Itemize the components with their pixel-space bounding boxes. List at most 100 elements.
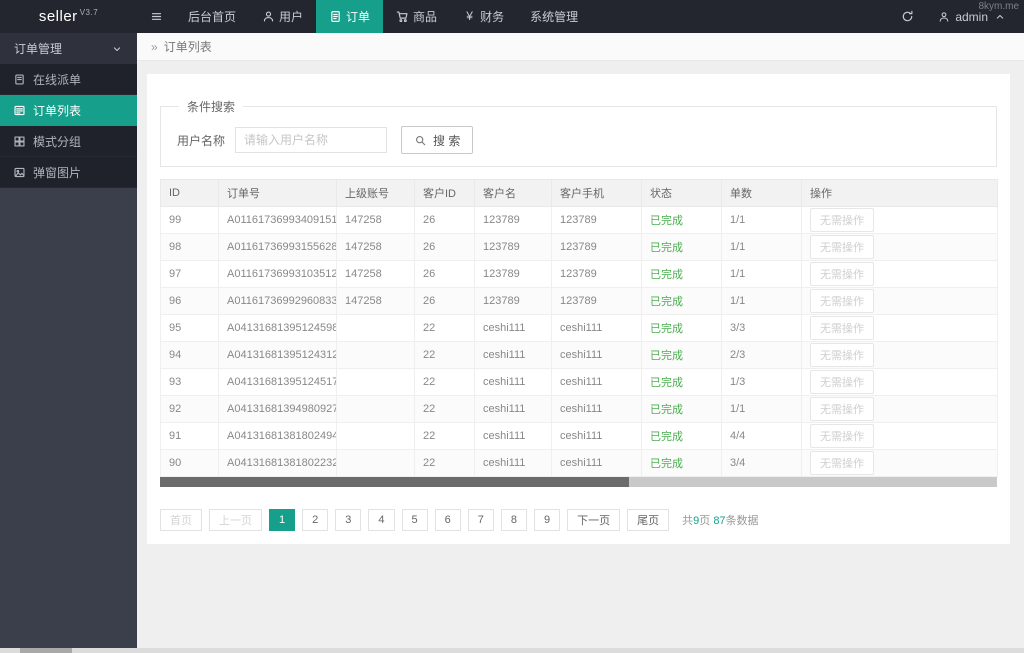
nav-item-goods[interactable]: 商品 [383,0,450,33]
cell-customer_phone: 123789 [551,233,642,261]
cell-customer_phone: ceshi111 [551,368,642,396]
cell-id: 94 [160,341,219,369]
refresh-button[interactable] [887,0,927,33]
page-horizontal-scrollbar[interactable] [0,648,1024,653]
no-action-button[interactable]: 无需操作 [810,451,874,475]
cell-id: 96 [160,287,219,315]
cell-status: 已完成 [641,287,722,315]
cell-status: 已完成 [641,206,722,234]
cell-id: 91 [160,422,219,450]
cell-action: 无需操作 [801,341,998,369]
nav-item-label: 订单 [346,10,371,24]
nav-items: 后台首页 用户 订单 商品 ¥ 财务 系统管理 [175,0,591,33]
cell-id: 99 [160,206,219,234]
no-action-button[interactable]: 无需操作 [810,235,874,259]
chevron-down-icon [110,42,123,55]
cell-customer_id: 22 [414,422,475,450]
page-button-next[interactable]: 下一页 [567,509,621,531]
page-scrollbar-thumb[interactable] [20,648,72,653]
sidebar-item-online-dispatch[interactable]: 在线派单 [0,64,137,95]
cell-action: 无需操作 [801,368,998,396]
no-action-button[interactable]: 无需操作 [810,289,874,313]
cell-action: 无需操作 [801,233,998,261]
page-button-page-4[interactable]: 4 [368,509,395,531]
page-button-page-7[interactable]: 7 [467,509,494,531]
no-action-button[interactable]: 无需操作 [810,208,874,232]
summary-text: 条数据 [725,515,759,527]
cell-customer_id: 26 [414,233,475,261]
cell-order_no: A01161736992960833 [218,287,337,315]
user-icon [937,10,950,23]
cell-order_no: A04131681381802232 [218,449,337,477]
no-action-button[interactable]: 无需操作 [810,397,874,421]
sidebar-filler [0,188,137,648]
orders-tbody: 99 A01161736993409151 147258 26 123789 123789… [160,206,998,477]
column-header-customer_id: 客户ID [414,179,475,207]
no-action-button[interactable]: 无需操作 [810,262,874,286]
main-content: » 订单列表 条件搜索 用户名称 搜 索 ID订单号上级账号客户ID客户名客户手… [137,33,1024,648]
cell-order_no: A04131681394980927 [218,395,337,423]
nav-item-home[interactable]: 后台首页 [175,0,249,33]
cell-count: 3/4 [721,449,802,477]
pagination: 首页 上一页 1 2 3 4 5 6 7 8 9 下一页 尾页 共9页 87条数据 [160,509,997,531]
menu-toggle-button[interactable] [137,0,175,33]
page-button-page-1[interactable]: 1 [269,509,296,531]
page-button-page-5[interactable]: 5 [401,509,428,531]
cell-action: 无需操作 [801,206,998,234]
cell-status: 已完成 [641,314,722,342]
popup-image-icon [13,166,26,179]
nav-item-finance[interactable]: ¥ 财务 [450,0,517,33]
no-action-button[interactable]: 无需操作 [810,370,874,394]
cell-status: 已完成 [641,395,722,423]
page-button-last[interactable]: 尾页 [627,509,670,531]
nav-item-label: 用户 [279,10,304,24]
nav-item-system[interactable]: 系统管理 [517,0,591,33]
cell-customer_name: ceshi111 [474,368,552,396]
page-button-page-6[interactable]: 6 [434,509,461,531]
watermark-text: 8kym.me [978,1,1019,12]
cell-customer_name: ceshi111 [474,449,552,477]
sidebar-item-label: 弹窗图片 [33,165,82,180]
cell-id: 92 [160,395,219,423]
page-button-prev[interactable]: 上一页 [209,509,262,531]
refresh-icon [901,10,914,23]
table-horizontal-scrollbar[interactable] [160,477,997,487]
cell-parent_account: 147258 [336,287,415,315]
sidebar-item-label: 模式分组 [33,134,82,149]
cell-status: 已完成 [641,260,722,288]
sidebar-item-order-list[interactable]: 订单列表 [0,95,137,126]
page-button-page-3[interactable]: 3 [335,509,362,531]
table-row: 97 A01161736993103512 147258 26 123789 123789… [160,260,998,288]
nav-item-order[interactable]: 订单 [316,0,384,33]
cell-customer_phone: ceshi111 [551,395,642,423]
no-action-button[interactable]: 无需操作 [810,316,874,340]
column-header-parent_account: 上级账号 [336,179,415,207]
cart-icon [396,10,409,23]
cell-action: 无需操作 [801,422,998,450]
username-search-input[interactable] [235,127,388,153]
cell-customer_phone: ceshi111 [551,422,642,450]
cell-parent_account [336,314,415,342]
page-button-first[interactable]: 首页 [160,509,202,531]
search-icon [414,134,427,147]
cell-customer_phone: ceshi111 [551,449,642,477]
page-button-page-2[interactable]: 2 [302,509,329,531]
summary-text: 共 [682,515,694,527]
cell-customer_name: ceshi111 [474,314,552,342]
breadcrumb-separator: » [151,39,158,54]
nav-item-user[interactable]: 用户 [249,0,316,33]
summary-text: 页 [699,515,714,527]
cell-parent_account [336,395,415,423]
no-action-button[interactable]: 无需操作 [810,343,874,367]
page-button-page-8[interactable]: 8 [500,509,527,531]
sidebar-group-order-management[interactable]: 订单管理 [0,33,137,64]
cell-customer_id: 26 [414,287,475,315]
page-button-page-9[interactable]: 9 [534,509,561,531]
breadcrumb: » 订单列表 [137,33,1024,61]
search-button[interactable]: 搜 索 [401,126,474,154]
sidebar-item-mode-group[interactable]: 模式分组 [0,126,137,157]
sidebar-item-popup-image[interactable]: 弹窗图片 [0,157,137,188]
no-action-button[interactable]: 无需操作 [810,424,874,448]
table-scrollbar-thumb[interactable] [160,477,629,487]
cell-parent_account: 147258 [336,233,415,261]
